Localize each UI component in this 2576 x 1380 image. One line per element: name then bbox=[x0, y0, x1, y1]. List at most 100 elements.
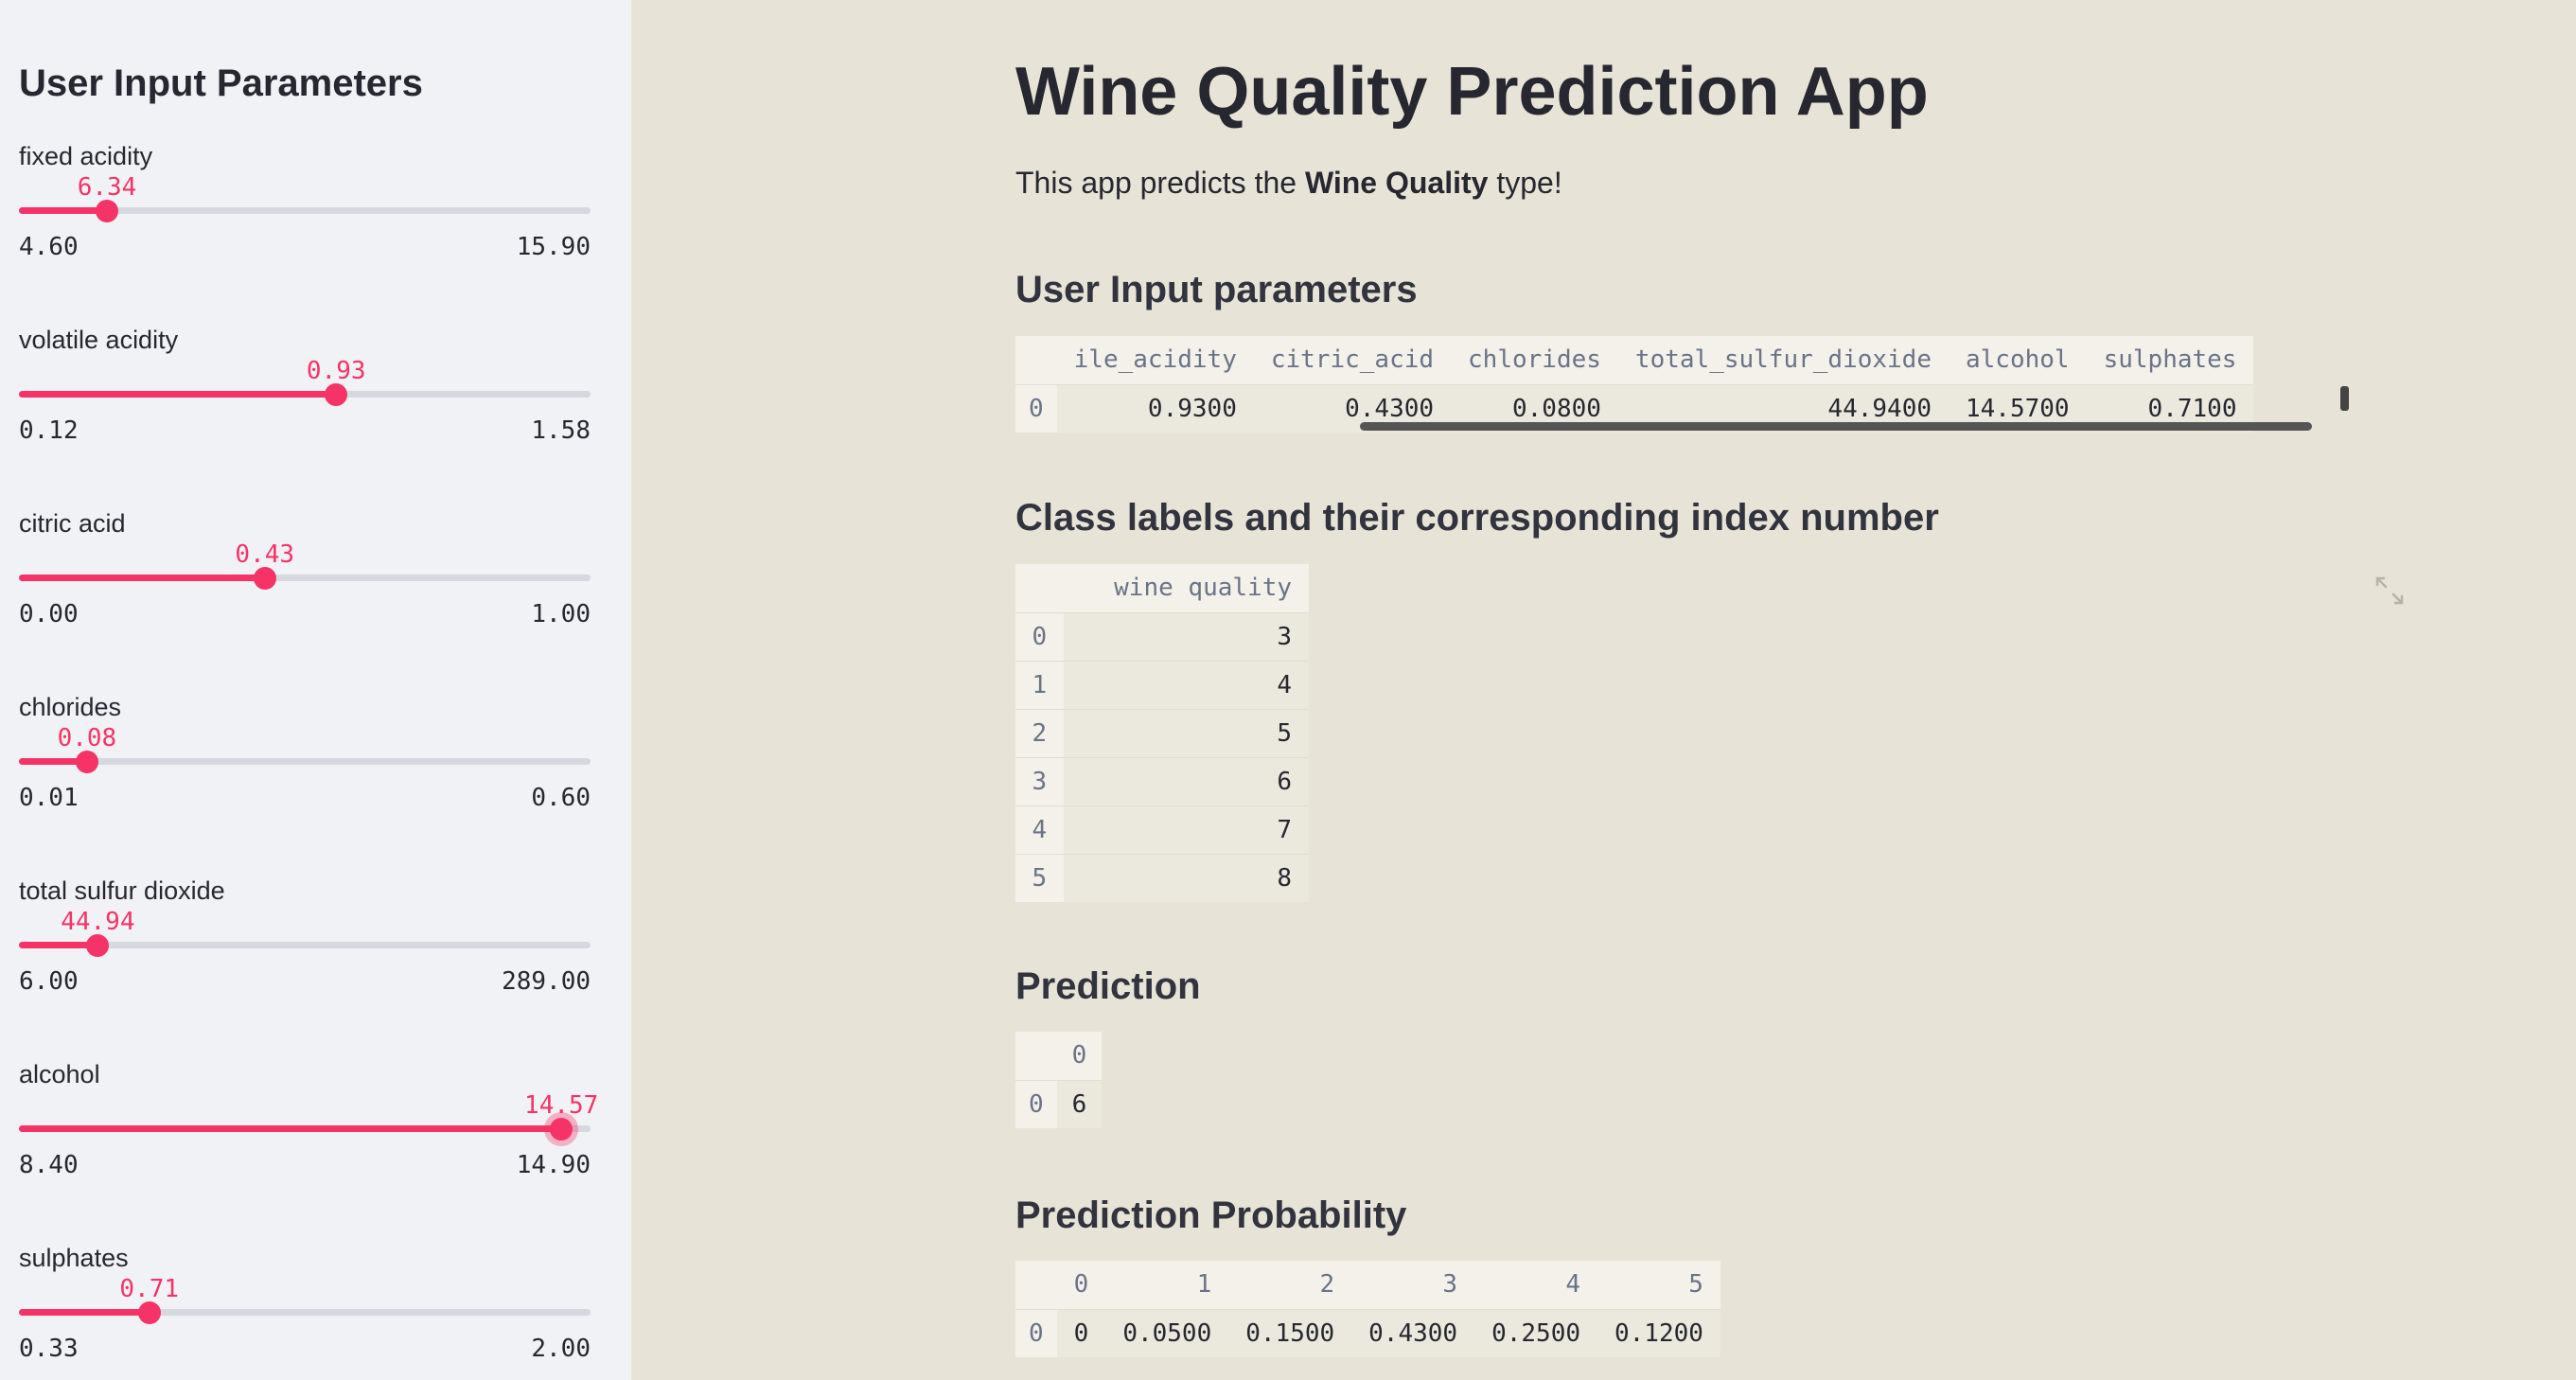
table-cell: 4 bbox=[1063, 660, 1309, 709]
column-header[interactable]: total_sulfur_dioxide bbox=[1617, 336, 1949, 384]
slider-citric-acid[interactable]: citric acid 0.43 0.00 1.00 bbox=[19, 509, 591, 651]
intro-text-end: type! bbox=[1488, 166, 1562, 200]
column-header[interactable]: 3 bbox=[1351, 1261, 1475, 1309]
slider-min: 0.33 bbox=[19, 1335, 79, 1363]
slider-max: 1.58 bbox=[531, 416, 591, 445]
table-cell: 6 bbox=[1056, 1079, 1103, 1128]
column-header[interactable]: wine quality bbox=[1063, 564, 1309, 612]
slider-max: 1.00 bbox=[531, 600, 591, 628]
slider-thumb[interactable] bbox=[96, 200, 119, 222]
slider-track[interactable] bbox=[19, 758, 591, 765]
column-header[interactable]: 0 bbox=[1056, 1261, 1106, 1309]
table-header-row: ile_acidity citric_acid chlorides total_… bbox=[1015, 336, 2254, 384]
slider-value: 0.43 bbox=[235, 540, 295, 569]
column-header[interactable]: 2 bbox=[1228, 1261, 1352, 1309]
slider-sulphates[interactable]: sulphates 0.71 0.33 2.00 bbox=[19, 1244, 591, 1380]
slider-value: 44.94 bbox=[61, 908, 135, 936]
column-header[interactable]: sulphates bbox=[2086, 336, 2254, 384]
prediction-probability-heading: Prediction Probability bbox=[1015, 1194, 1407, 1236]
table-row: 1 4 bbox=[1015, 660, 1309, 709]
row-index: 0 bbox=[1015, 611, 1064, 661]
slider-fixed-acidity[interactable]: fixed acidity 6.34 4.60 15.90 bbox=[19, 142, 591, 284]
prediction-heading: Prediction bbox=[1015, 965, 1201, 1007]
index-header bbox=[1015, 336, 1057, 384]
slider-min: 6.00 bbox=[19, 967, 79, 996]
vertical-scrollbar[interactable] bbox=[2340, 386, 2349, 411]
table-header-row: 0 1 2 3 4 5 bbox=[1015, 1261, 1720, 1309]
column-header[interactable]: 5 bbox=[1597, 1261, 1720, 1309]
slider-value: 6.34 bbox=[77, 173, 137, 202]
class-labels-heading: Class labels and their corresponding ind… bbox=[1015, 497, 1939, 539]
table-cell: 0 bbox=[1056, 1308, 1106, 1357]
slider-thumb[interactable] bbox=[550, 1118, 573, 1141]
slider-label: total sulfur dioxide bbox=[19, 876, 225, 905]
table-cell: 0.4300 bbox=[1351, 1308, 1475, 1357]
slider-fill bbox=[19, 391, 337, 398]
table-row: 3 6 bbox=[1015, 756, 1309, 805]
table-cell: 6 bbox=[1063, 756, 1309, 805]
slider-fill bbox=[19, 575, 265, 581]
slider-thumb[interactable] bbox=[253, 567, 276, 590]
intro-text-start: This app predicts the bbox=[1015, 166, 1305, 200]
slider-volatile-acidity[interactable]: volatile acidity 0.93 0.12 1.58 bbox=[19, 326, 591, 468]
prediction-table[interactable]: 0 0 6 bbox=[1015, 1032, 1103, 1128]
table-cell: 3 bbox=[1063, 611, 1309, 661]
column-header[interactable]: 0 bbox=[1056, 1032, 1103, 1080]
class-labels-table[interactable]: wine quality 0 3 1 4 2 5 3 6 4 7 5 8 bbox=[1015, 564, 1309, 902]
slider-thumb[interactable] bbox=[75, 751, 98, 773]
table-cell: 7 bbox=[1063, 805, 1309, 854]
column-header[interactable]: ile_acidity bbox=[1056, 336, 1254, 384]
column-header[interactable]: chlorides bbox=[1451, 336, 1618, 384]
horizontal-scrollbar[interactable] bbox=[1360, 422, 2312, 431]
row-index: 1 bbox=[1015, 660, 1064, 709]
intro-text-bold: Wine Quality bbox=[1304, 166, 1489, 200]
index-header bbox=[1015, 1261, 1057, 1309]
table-cell: 0.9300 bbox=[1056, 383, 1254, 433]
slider-min: 0.00 bbox=[19, 600, 79, 628]
prediction-probability-table[interactable]: 0 1 2 3 4 5 0 0 0.0500 0.1500 0.4300 0.2… bbox=[1015, 1261, 1720, 1357]
table-row: 0 3 bbox=[1015, 611, 1309, 661]
column-header[interactable]: citric_acid bbox=[1253, 336, 1452, 384]
slider-thumb[interactable] bbox=[137, 1301, 161, 1324]
slider-value: 0.93 bbox=[306, 357, 366, 385]
slider-thumb[interactable] bbox=[86, 934, 110, 957]
slider-value: 0.71 bbox=[119, 1275, 180, 1303]
table-row: 5 8 bbox=[1015, 853, 1309, 902]
row-index: 4 bbox=[1015, 805, 1064, 854]
row-index: 0 bbox=[1015, 1079, 1057, 1128]
slider-min: 8.40 bbox=[19, 1151, 79, 1179]
table-cell: 0.1500 bbox=[1228, 1308, 1352, 1357]
sidebar-title: User Input Parameters bbox=[19, 62, 423, 104]
slider-value: 14.57 bbox=[524, 1091, 599, 1120]
table-row: 0 0 0.0500 0.1500 0.4300 0.2500 0.1200 bbox=[1015, 1308, 1720, 1357]
slider-thumb[interactable] bbox=[325, 383, 348, 406]
slider-value: 0.08 bbox=[57, 724, 117, 752]
column-header[interactable]: alcohol bbox=[1949, 336, 2087, 384]
expand-icon[interactable] bbox=[2373, 574, 2407, 608]
index-header bbox=[1015, 1032, 1057, 1080]
table-cell: 0.0500 bbox=[1105, 1308, 1229, 1357]
slider-label: volatile acidity bbox=[19, 326, 179, 354]
main-content: Wine Quality Prediction App This app pre… bbox=[631, 0, 2576, 1380]
slider-label: chlorides bbox=[19, 693, 122, 721]
row-index: 0 bbox=[1015, 1308, 1057, 1357]
row-index: 2 bbox=[1015, 708, 1064, 757]
table-row: 0 6 bbox=[1015, 1079, 1103, 1128]
table-header-row: wine quality bbox=[1015, 564, 1309, 612]
slider-total-sulfur-dioxide[interactable]: total sulfur dioxide 44.94 6.00 289.00 bbox=[19, 876, 591, 1018]
input-params-table[interactable]: ile_acidity citric_acid chlorides total_… bbox=[1015, 336, 2254, 433]
table-cell: 8 bbox=[1063, 853, 1309, 902]
input-params-heading: User Input parameters bbox=[1015, 269, 1418, 310]
slider-alcohol[interactable]: alcohol 14.57 8.40 14.90 bbox=[19, 1060, 598, 1202]
slider-max: 2.00 bbox=[531, 1335, 591, 1363]
slider-min: 0.01 bbox=[19, 784, 79, 812]
column-header[interactable]: 4 bbox=[1474, 1261, 1597, 1309]
slider-fill bbox=[19, 207, 108, 214]
slider-label: fixed acidity bbox=[19, 142, 153, 170]
sidebar: User Input Parameters fixed acidity 6.34… bbox=[0, 0, 631, 1380]
slider-chlorides[interactable]: chlorides 0.08 0.01 0.60 bbox=[19, 693, 591, 835]
intro-text: This app predicts the Wine Quality type! bbox=[1015, 166, 1562, 201]
column-header[interactable]: 1 bbox=[1105, 1261, 1229, 1309]
index-header bbox=[1015, 564, 1064, 612]
slider-min: 0.12 bbox=[19, 416, 79, 445]
